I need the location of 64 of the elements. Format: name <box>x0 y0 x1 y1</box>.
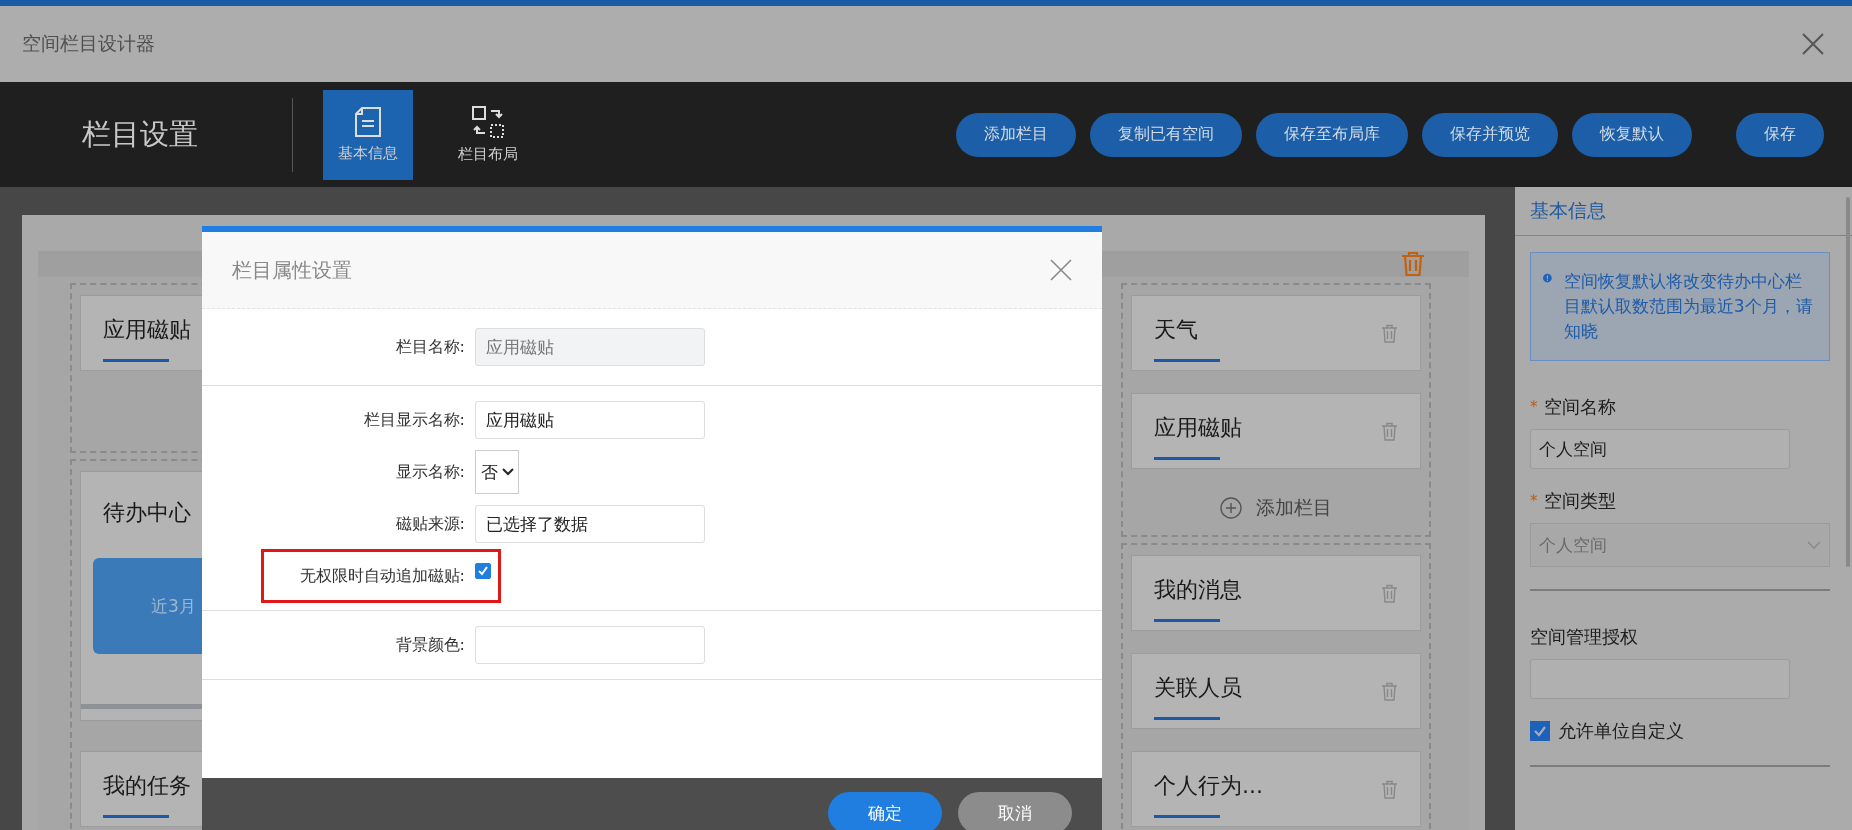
toolbar-button[interactable]: 保存 <box>1736 112 1824 157</box>
chevron-down-icon <box>501 468 514 476</box>
card-title: 关联人员 <box>1154 673 1242 702</box>
card-title: 我的任务 <box>103 771 192 800</box>
required-mark: * <box>1530 398 1538 416</box>
toolbar-tab[interactable]: 基本信息 <box>323 89 413 180</box>
column-card[interactable]: 应用磁贴 <box>1131 393 1421 469</box>
column-card[interactable]: 我的消息 <box>1131 555 1421 631</box>
card-title: 天气 <box>1154 315 1199 344</box>
checkbox[interactable] <box>475 563 491 579</box>
checkmark-icon <box>1533 724 1547 738</box>
toolbar-title: 栏目设置 <box>82 115 199 153</box>
trash-icon[interactable] <box>1381 583 1398 603</box>
toolbar-button[interactable]: 保存并预览 <box>1422 112 1558 157</box>
select-field[interactable]: 否 <box>475 450 519 494</box>
required-mark: * <box>1530 492 1538 510</box>
dialog-button[interactable]: 确定 <box>828 792 942 830</box>
field-label: 磁贴来源: <box>394 513 465 535</box>
field-label: 空间类型 <box>1543 489 1616 513</box>
trash-icon[interactable] <box>1381 779 1398 799</box>
close-icon[interactable] <box>1050 259 1072 281</box>
field-label: 显示名称: <box>394 461 465 483</box>
card-title: 待办中心 <box>103 499 192 527</box>
input-field[interactable]: 应用磁贴 <box>475 401 705 439</box>
trash-icon[interactable] <box>1381 681 1398 701</box>
plus-circle-icon <box>1220 497 1242 519</box>
dialog-title: 栏目属性设置 <box>232 256 352 284</box>
input-field[interactable]: 个人空间 <box>1530 429 1790 469</box>
close-icon[interactable] <box>1802 33 1824 55</box>
trash-icon[interactable] <box>1381 323 1398 343</box>
column-card[interactable]: 关联人员 <box>1131 653 1421 729</box>
field-label: 背景颜色: <box>394 634 465 656</box>
trash-icon[interactable] <box>1401 251 1425 277</box>
scrollbar[interactable] <box>1846 197 1850 567</box>
checkmark-icon <box>477 565 489 577</box>
dialog-button[interactable]: 取消 <box>958 792 1072 830</box>
window-title: 空间栏目设计器 <box>22 31 155 56</box>
toolbar-tab[interactable]: 栏目布局 <box>443 89 533 180</box>
card-title: 个人行为... <box>1154 771 1263 800</box>
toolbar-button[interactable]: 添加栏目 <box>956 112 1076 157</box>
bubble-text: 近3月 <box>151 594 196 618</box>
field-label: 空间管理授权 <box>1530 625 1638 649</box>
field-label: 无权限时自动追加磁贴: <box>298 565 465 587</box>
add-column-button[interactable]: 添加栏目 <box>1220 491 1332 525</box>
chevron-down-icon <box>1807 541 1821 549</box>
panel-title: 基本信息 <box>1530 198 1606 223</box>
card-title: 应用磁贴 <box>103 315 192 344</box>
checkbox[interactable] <box>1530 721 1550 741</box>
toolbar-button[interactable]: 恢复默认 <box>1572 112 1692 157</box>
field-label: 栏目显示名称: <box>362 409 465 431</box>
field-label: 空间名称 <box>1543 395 1616 419</box>
card-title: 我的消息 <box>1154 575 1242 604</box>
toolbar-button[interactable]: 保存至布局库 <box>1256 112 1408 157</box>
notice-text: 空间恢复默认将改变待办中心栏目默认取数范围为最近3个月，请知晓 <box>1563 270 1814 343</box>
toolbar-button[interactable]: 复制已有空间 <box>1090 112 1242 157</box>
layout-swap-icon <box>471 105 505 139</box>
input-field[interactable]: 已选择了数据 <box>475 505 705 543</box>
card-title: 应用磁贴 <box>1154 413 1242 442</box>
column-card[interactable]: 个人行为... <box>1131 751 1421 827</box>
trash-icon[interactable] <box>1381 421 1398 441</box>
checkbox-label: 允许单位自定义 <box>1558 719 1684 743</box>
document-icon <box>354 106 382 138</box>
field-label: 栏目名称: <box>394 336 465 358</box>
column-card[interactable]: 天气 <box>1131 295 1421 371</box>
